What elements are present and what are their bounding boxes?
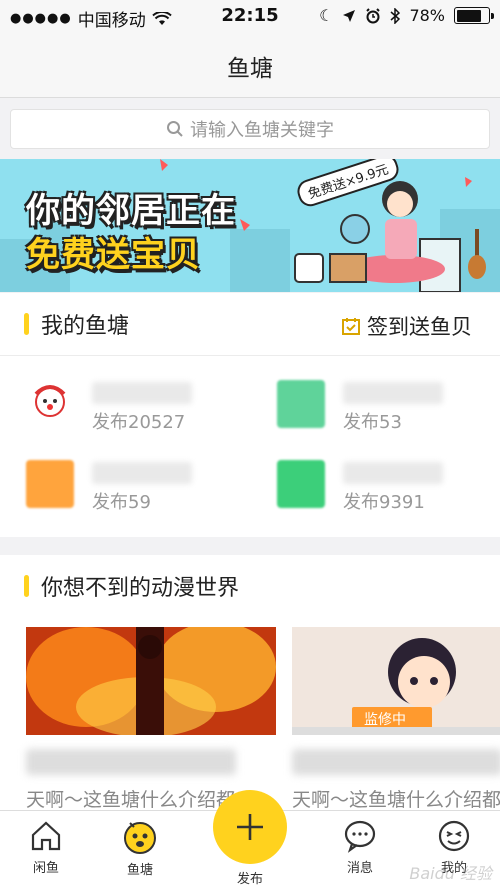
search-area: 请输入鱼塘关键字 — [0, 99, 500, 159]
pond-name-blurred — [343, 382, 443, 404]
moon-icon: ☾ — [319, 6, 334, 25]
pond-list: 发布20527 发布53 发布59 发布9391 — [0, 355, 500, 537]
card-title-blurred — [26, 749, 236, 775]
home-icon — [31, 821, 61, 851]
battery-percent: 78% — [409, 6, 445, 25]
battery-icon — [454, 7, 494, 24]
location-icon — [343, 9, 356, 22]
section-accent-bar — [24, 313, 29, 335]
status-bar: ●●●●● 中国移动 22:15 ☾ 78% — [0, 0, 500, 34]
pond-post-count: 发布59 — [92, 492, 151, 513]
search-input[interactable]: 请输入鱼塘关键字 — [10, 109, 490, 149]
fish-pond-icon — [124, 822, 156, 854]
pond-avatar — [277, 460, 325, 508]
card-image: 监修中 — [292, 627, 500, 735]
my-ponds-title: 我的鱼塘 — [41, 314, 130, 339]
search-icon — [167, 121, 183, 137]
tab-label: 闲鱼 — [32, 861, 59, 876]
pond-item[interactable]: 发布59 — [26, 460, 256, 530]
bluetooth-icon — [390, 7, 401, 24]
pond-post-count: 发布9391 — [343, 492, 425, 513]
pond-item[interactable]: 发布20527 — [26, 380, 256, 450]
tab-label: 鱼塘 — [126, 863, 153, 878]
calendar-check-icon — [342, 318, 360, 335]
checkin-label: 签到送鱼贝 — [367, 315, 472, 339]
pond-post-count: 发布53 — [343, 412, 402, 433]
card-image — [26, 627, 276, 735]
pond-card[interactable]: 监修中 天啊～这鱼塘什么介绍都 — [292, 627, 500, 810]
my-ponds-header: 我的鱼塘 签到送鱼贝 — [0, 293, 500, 355]
smiley-face-icon — [438, 820, 470, 852]
banner-headline: 你的邻居正在 — [26, 191, 236, 231]
tab-yutang[interactable]: 鱼塘 — [100, 819, 180, 878]
alarm-icon — [366, 7, 381, 23]
pond-avatar — [26, 380, 74, 428]
search-placeholder: 请输入鱼塘关键字 — [190, 120, 334, 141]
publish-button[interactable] — [213, 790, 287, 864]
banner-subheadline: 免费送宝贝 — [26, 235, 201, 275]
pond-post-count: 发布20527 — [92, 412, 186, 433]
pond-name-blurred — [343, 462, 443, 484]
anime-card-list: 天啊～这鱼塘什么介绍都 监修中 天啊～这鱼塘什么介绍都 — [0, 617, 500, 810]
card-title-blurred — [292, 749, 500, 775]
pond-item[interactable]: 发布9391 — [277, 460, 500, 530]
anime-section-header: 你想不到的动漫世界 — [0, 555, 500, 617]
status-right: ☾ 78% — [319, 6, 494, 25]
plus-icon — [237, 814, 263, 840]
publish-label: 发布 — [236, 872, 263, 887]
pond-avatar — [26, 460, 74, 508]
pond-item[interactable]: 发布53 — [277, 380, 500, 450]
pond-name-blurred — [92, 462, 192, 484]
pond-card[interactable]: 天啊～这鱼塘什么介绍都 — [26, 627, 276, 810]
chat-bubble-icon — [344, 820, 376, 853]
card-tag: 监修中 — [364, 712, 406, 728]
tab-xianyu[interactable]: 闲鱼 — [6, 819, 86, 876]
tab-label: 消息 — [346, 861, 373, 876]
tab-messages[interactable]: 消息 — [320, 819, 400, 876]
page-title: 鱼塘 — [227, 55, 273, 82]
anime-section-title: 你想不到的动漫世界 — [41, 576, 240, 601]
pond-name-blurred — [92, 382, 192, 404]
navigation-bar: 鱼塘 — [0, 34, 500, 98]
promo-banner[interactable]: 你的邻居正在 免费送宝贝 免费送×9.9元 — [0, 159, 500, 292]
pond-avatar — [277, 380, 325, 428]
checkin-button[interactable]: 签到送鱼贝 — [341, 311, 472, 341]
card-description: 天啊～这鱼塘什么介绍都 — [292, 789, 500, 810]
section-accent-bar — [24, 575, 29, 597]
watermark: Baidu 经验 — [409, 864, 492, 883]
